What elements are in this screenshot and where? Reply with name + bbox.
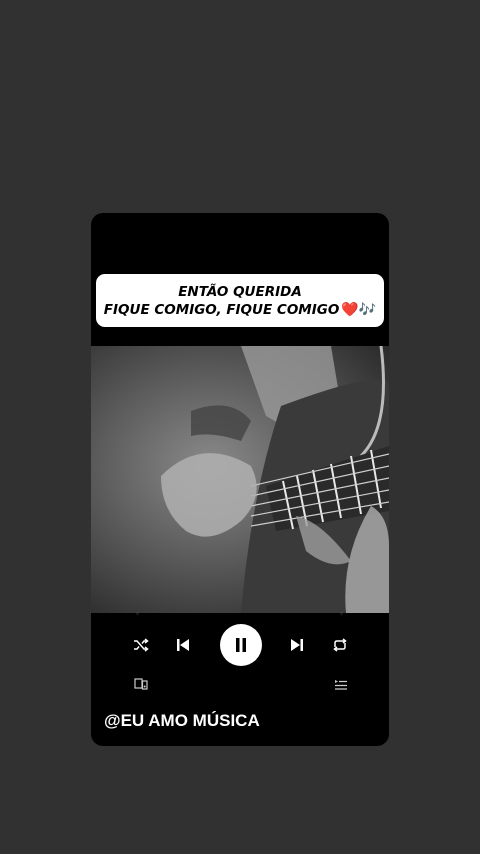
guitar-illustration	[161, 346, 389, 613]
video-card: ENTÃO QUERIDA FIQUE COMIGO, FIQUE COMIGO…	[91, 213, 389, 746]
progress-left-marker: ⁘	[135, 611, 141, 618]
previous-icon	[177, 639, 189, 651]
watermark-text: @EU AMO MÚSICA	[104, 711, 260, 730]
shuffle-icon	[134, 638, 149, 652]
lyrics-line-2-row: FIQUE COMIGO, FIQUE COMIGO ❤️ 🎶	[104, 301, 376, 319]
devices-icon	[134, 678, 148, 690]
music-notes-emoji: 🎶	[358, 301, 377, 318]
lyrics-line-1: ENTÃO QUERIDA	[178, 283, 302, 300]
connect-device-button[interactable]	[131, 675, 151, 693]
shuffle-button[interactable]	[131, 635, 151, 655]
heart-emoji: ❤️	[341, 301, 359, 318]
repeat-button[interactable]	[330, 635, 350, 655]
previous-button[interactable]	[173, 635, 193, 655]
lyrics-caption: ENTÃO QUERIDA FIQUE COMIGO, FIQUE COMIGO…	[96, 274, 384, 327]
queue-icon	[335, 680, 347, 690]
next-icon	[291, 639, 303, 651]
next-button[interactable]	[287, 635, 307, 655]
queue-button[interactable]	[331, 675, 351, 693]
pause-button[interactable]	[220, 624, 262, 666]
guitar-video-frame	[91, 346, 389, 613]
repeat-icon	[333, 638, 347, 652]
progress-right-marker: ⁘	[339, 611, 345, 618]
lyrics-line-2: FIQUE COMIGO, FIQUE COMIGO	[103, 301, 340, 318]
pause-icon	[236, 638, 246, 652]
